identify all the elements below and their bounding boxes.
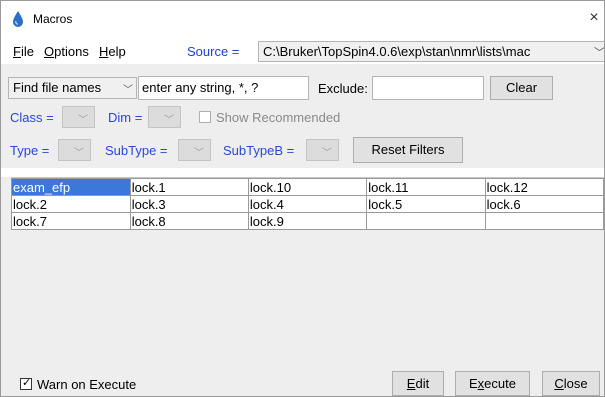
- file-grid: exam_efp lock.1 lock.10 lock.11 lock.12 …: [11, 178, 604, 230]
- class-label: Class =: [10, 110, 54, 125]
- file-cell[interactable]: lock.12: [484, 178, 604, 196]
- chevron-down-icon: ﹀: [594, 47, 605, 59]
- class-select[interactable]: ﹀: [62, 106, 95, 128]
- menu-file[interactable]: File: [13, 44, 34, 59]
- menu-file-label: ile: [20, 44, 34, 59]
- menu-help[interactable]: Help: [99, 44, 126, 59]
- close-mnemonic: C: [554, 376, 564, 391]
- close-icon[interactable]: ×: [584, 5, 604, 31]
- file-cell[interactable]: lock.4: [247, 195, 368, 213]
- menu-options[interactable]: Options: [44, 44, 89, 59]
- file-cell[interactable]: lock.9: [247, 212, 368, 230]
- table-row: lock.2 lock.3 lock.4 lock.5 lock.6: [11, 195, 604, 213]
- chevron-down-icon: ﹀: [74, 148, 84, 159]
- type-select[interactable]: ﹀: [58, 139, 91, 161]
- filter-panel: Find file names ﹀ enter any string, *, ?…: [1, 64, 604, 168]
- warn-on-execute-label: Warn on Execute: [37, 377, 137, 392]
- clear-button[interactable]: Clear: [490, 76, 553, 100]
- file-cell[interactable]: lock.3: [129, 195, 249, 213]
- file-cell[interactable]: lock.11: [366, 178, 486, 196]
- subtype-label: SubType =: [105, 143, 168, 158]
- file-cell[interactable]: lock.10: [247, 178, 368, 196]
- file-cell[interactable]: lock.7: [11, 212, 131, 230]
- edit-button[interactable]: Edit: [392, 371, 444, 396]
- window-title: Macros: [33, 12, 73, 26]
- source-value: C:\Bruker\TopSpin4.0.6\exp\stan\nmr\list…: [263, 44, 531, 59]
- topspin-app-icon: [13, 11, 23, 27]
- edit-label: dit: [415, 376, 430, 391]
- subtypeb-label: SubTypeB =: [223, 143, 295, 158]
- file-cell[interactable]: lock.1: [129, 178, 249, 196]
- search-mode-value: Find file names: [13, 80, 102, 95]
- execute-button[interactable]: Execute: [455, 371, 530, 396]
- close-button[interactable]: Close: [542, 371, 600, 396]
- file-grid-area: exam_efp lock.1 lock.10 lock.11 lock.12 …: [11, 177, 604, 367]
- chevron-down-icon: ﹀: [78, 115, 88, 126]
- reset-filters-button[interactable]: Reset Filters: [353, 137, 463, 163]
- subtypeb-select[interactable]: ﹀: [306, 139, 339, 161]
- chevron-down-icon: ﹀: [123, 85, 133, 96]
- close-label: lose: [563, 376, 588, 391]
- exclude-input[interactable]: [372, 76, 484, 100]
- search-input[interactable]: enter any string, *, ?: [138, 76, 309, 100]
- menu-options-label: ptions: [54, 44, 89, 59]
- file-cell-empty: [484, 212, 604, 230]
- macros-window: Macros × File Options Help Source = C:\B…: [0, 0, 605, 397]
- table-row: exam_efp lock.1 lock.10 lock.11 lock.12: [11, 178, 604, 196]
- execute-label-pre: E: [469, 376, 478, 391]
- source-select[interactable]: C:\Bruker\TopSpin4.0.6\exp\stan\nmr\list…: [258, 41, 605, 62]
- file-cell-empty: [366, 212, 486, 230]
- chevron-down-icon: ﹀: [194, 148, 204, 159]
- footer-bar: Warn on Execute Edit Execute Close: [1, 367, 604, 396]
- chevron-down-icon: ﹀: [164, 115, 174, 126]
- menu-file-mnemonic: F: [13, 44, 21, 59]
- dim-label: Dim =: [108, 110, 143, 125]
- warn-on-execute-checkbox[interactable]: [20, 376, 32, 390]
- subtype-select[interactable]: ﹀: [178, 139, 211, 161]
- search-mode-select[interactable]: Find file names ﹀: [8, 77, 137, 99]
- menu-help-mnemonic: H: [99, 44, 109, 59]
- title-bar: Macros ×: [1, 1, 604, 37]
- grid-margin: [1, 177, 11, 367]
- search-input-value: enter any string, *, ?: [142, 80, 259, 95]
- menu-help-label: elp: [108, 44, 126, 59]
- file-cell[interactable]: exam_efp: [11, 178, 131, 196]
- menu-bar: File Options Help Source = C:\Bruker\Top…: [1, 38, 604, 64]
- chevron-down-icon: ﹀: [322, 148, 332, 159]
- dim-select[interactable]: ﹀: [148, 106, 181, 128]
- type-label: Type =: [10, 143, 50, 158]
- file-cell[interactable]: lock.2: [11, 195, 131, 213]
- menu-options-mnemonic: O: [44, 44, 55, 59]
- file-cell[interactable]: lock.8: [129, 212, 249, 230]
- source-label: Source =: [187, 44, 240, 59]
- file-cell[interactable]: lock.5: [366, 195, 486, 213]
- execute-label: ecute: [484, 376, 516, 391]
- show-recommended-checkbox[interactable]: [199, 111, 211, 123]
- show-recommended-label: Show Recommended: [216, 110, 341, 125]
- table-row: lock.7 lock.8 lock.9: [11, 212, 604, 230]
- exclude-label: Exclude:: [318, 81, 368, 96]
- file-cell[interactable]: lock.6: [484, 195, 604, 213]
